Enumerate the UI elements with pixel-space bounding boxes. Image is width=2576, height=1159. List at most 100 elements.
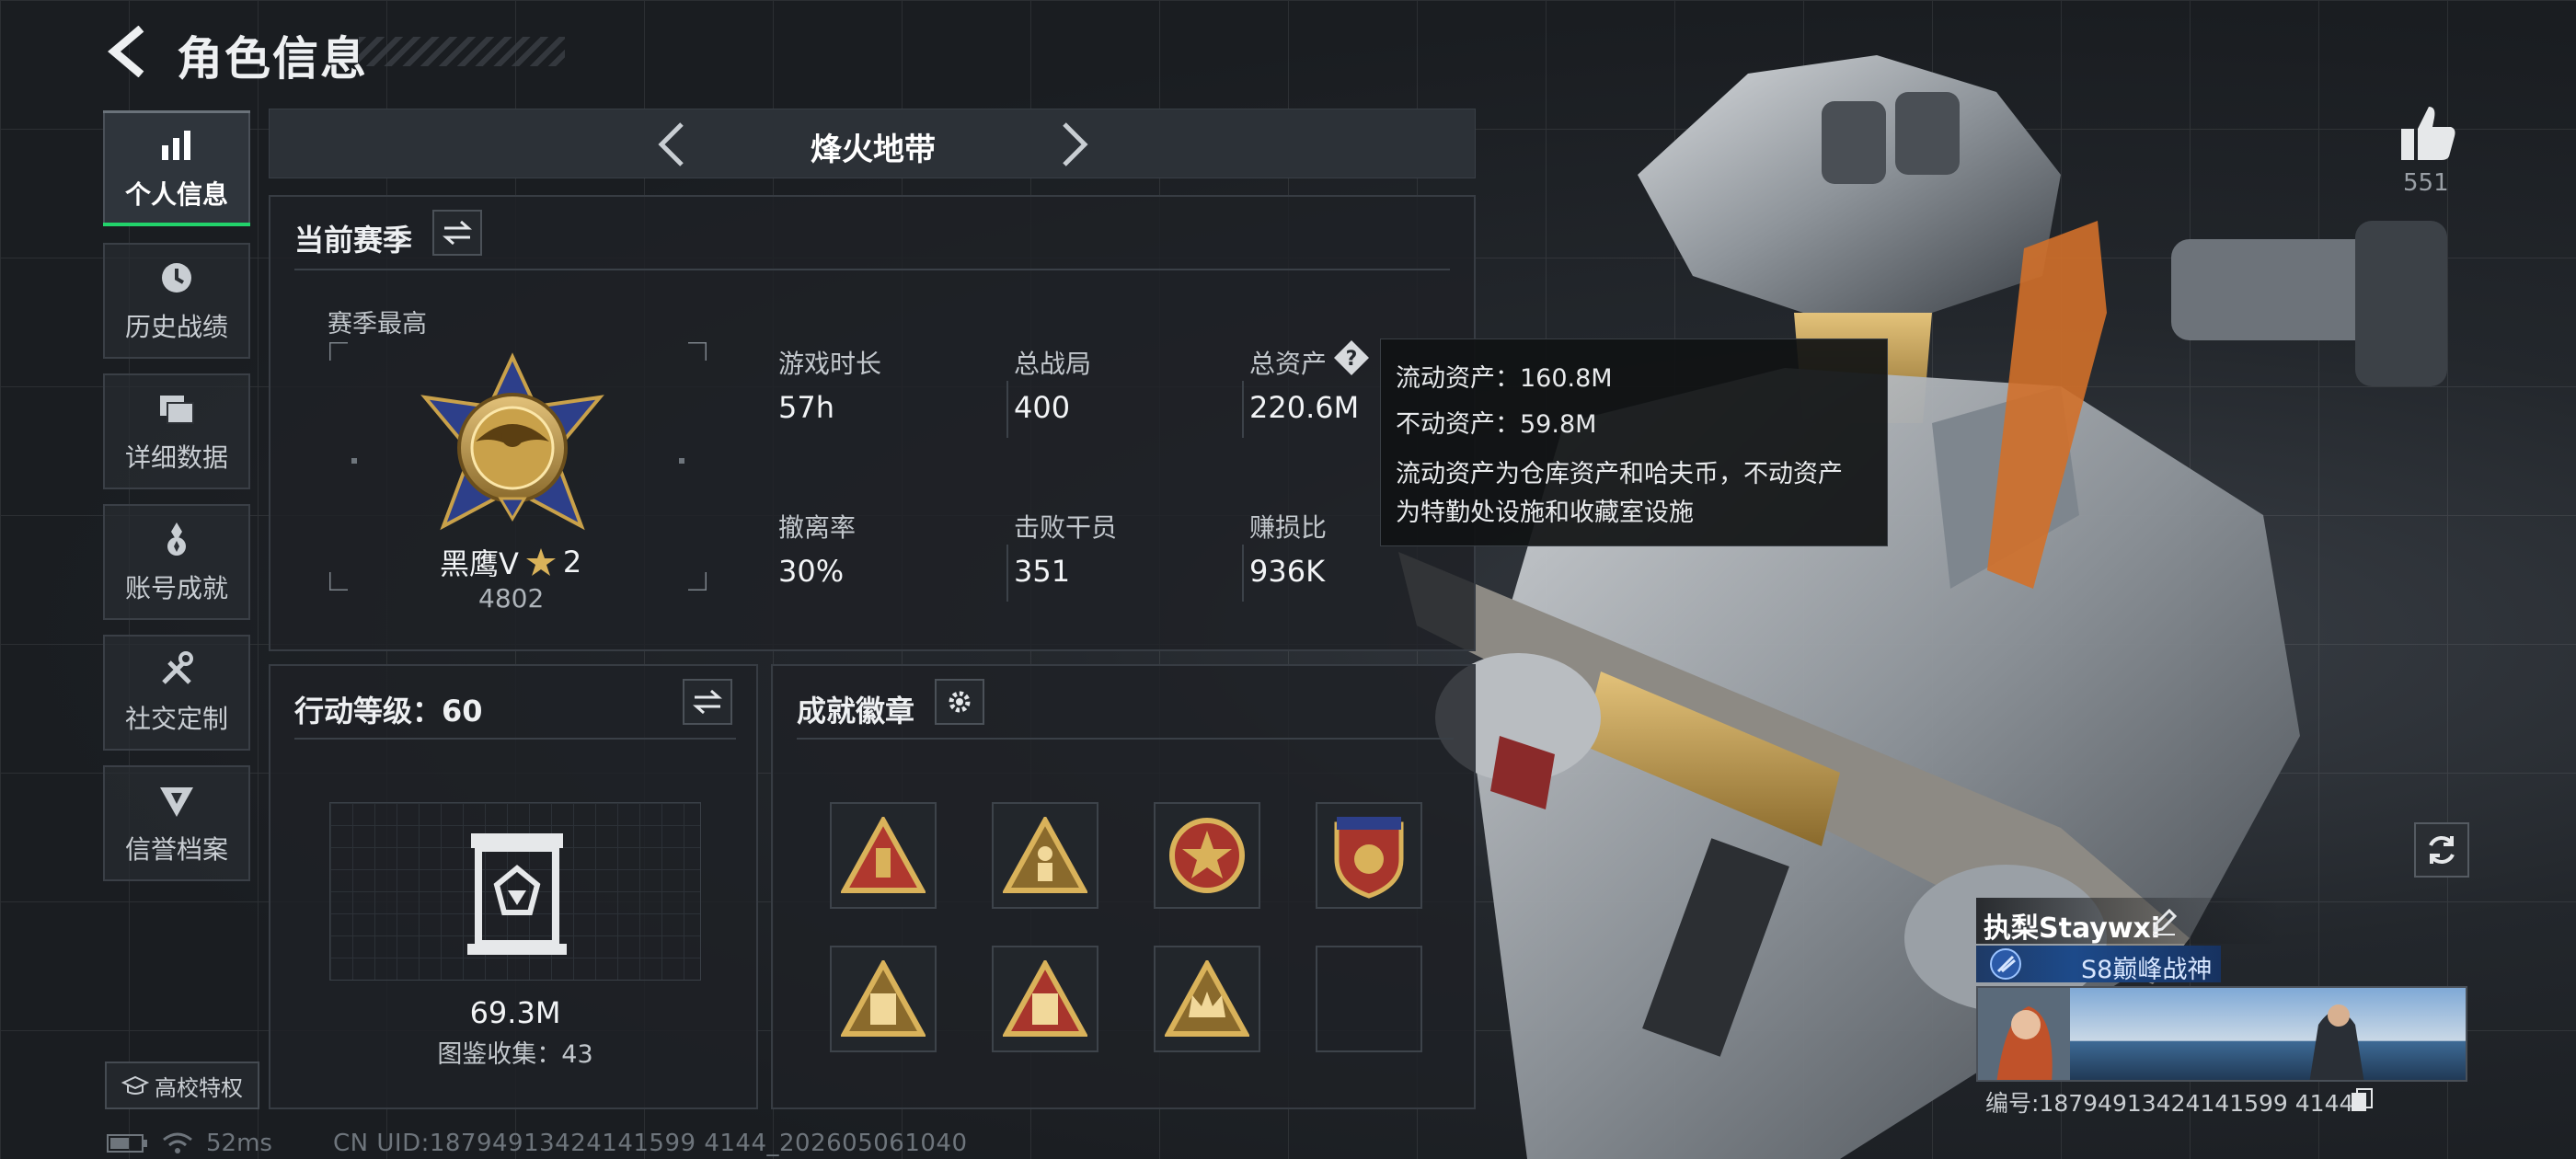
sidebar-item-history[interactable]: 历史战绩 — [103, 243, 250, 359]
campus-privilege-button[interactable]: 高校特权 — [105, 1061, 259, 1109]
action-level-title: 行动等级：60 — [294, 694, 483, 729]
back-arrow-icon[interactable] — [103, 26, 155, 77]
triangle-crown-badge-icon — [1165, 960, 1249, 1037]
season-panel: 当前赛季 赛季最高 黑鹰Ⅴ 2 4802 游戏时长 57h 总战局 400 总资… — [269, 195, 1476, 651]
wifi-icon — [163, 1132, 192, 1153]
bar-chart-icon — [162, 131, 190, 160]
achievement-badge[interactable] — [1154, 946, 1260, 1052]
sidebar-item-social-custom[interactable]: 社交定制 — [103, 635, 250, 751]
assets-tooltip: 流动资产：160.8M 不动资产：59.8M 流动资产为仓库资产和哈夫币，不动资… — [1380, 339, 1888, 546]
page-title: 角色信息 — [177, 32, 368, 86]
collection-count: 图鉴收集：43 — [437, 1040, 593, 1069]
clock-icon — [162, 263, 191, 293]
sidebar-item-detailed-data[interactable]: 详细数据 — [103, 373, 250, 489]
mode-selector: 烽火地带 — [269, 109, 1476, 178]
collection-value: 69.3M — [469, 995, 561, 1030]
sidebar-item-credit-record[interactable]: 信誉档案 — [103, 765, 250, 881]
player-title: S8巅峰战神 — [2081, 956, 2213, 984]
title-emblem-icon — [1990, 948, 2021, 980]
swap-icon — [693, 689, 722, 715]
season-title: 当前赛季 — [294, 223, 413, 258]
svg-text:?: ? — [1346, 348, 1358, 371]
swap-icon — [443, 220, 472, 246]
thumbs-up-icon[interactable] — [2396, 101, 2460, 166]
device-status: 52ms — [107, 1130, 272, 1157]
folder-icon — [160, 396, 194, 424]
rank-emblem-icon — [420, 352, 604, 531]
sidebar-item-achievements[interactable]: 账号成就 — [103, 504, 250, 620]
achievement-panel: 成就徽章 — [771, 664, 1476, 1109]
stat-label-extraction-rate: 撤离率 — [778, 512, 857, 543]
copy-icon[interactable] — [2350, 1087, 2374, 1113]
achievement-badge[interactable] — [992, 802, 1098, 909]
refresh-button[interactable] — [2414, 822, 2469, 878]
sidebar-item-label: 账号成就 — [124, 573, 228, 603]
achievement-badge[interactable] — [1154, 802, 1260, 909]
tooltip-desc-1: 流动资产为仓库资产和哈夫币，不动资产 — [1396, 460, 1843, 488]
tools-icon — [162, 651, 193, 684]
stat-value-operators-defeated: 351 — [1014, 554, 1071, 589]
tooltip-desc-2: 为特勤处设施和收藏室设施 — [1396, 499, 1694, 527]
rank-score: 4802 — [478, 583, 545, 614]
tooltip-liquid-assets: 流动资产：160.8M — [1396, 364, 1613, 393]
empty-badge-slot[interactable] — [1316, 946, 1422, 1052]
achievement-badge[interactable] — [830, 802, 937, 909]
rank-stars: 2 — [562, 545, 582, 580]
title-decoration — [359, 37, 565, 66]
like-count: 551 — [2403, 169, 2449, 197]
season-best-label: 赛季最高 — [328, 310, 427, 339]
achievement-title: 成就徽章 — [797, 694, 915, 729]
stat-value-play-time: 57h — [778, 390, 834, 425]
help-icon[interactable]: ? — [1332, 339, 1371, 377]
achievement-settings-button[interactable] — [935, 679, 984, 725]
sidebar-item-personal-info[interactable]: 个人信息 — [103, 110, 250, 226]
stat-value-total-matches: 400 — [1014, 390, 1071, 425]
stat-label-total-matches: 总战局 — [1014, 349, 1092, 379]
gear-icon — [949, 691, 971, 713]
switch-action-level-button[interactable] — [683, 679, 732, 725]
triangle-ammo-badge-icon — [841, 817, 926, 893]
medal-icon — [167, 522, 186, 556]
uid-text: CN UID:18794913424141599 4144_2026050610… — [333, 1130, 968, 1157]
chevron-right-icon[interactable] — [1044, 117, 1099, 172]
switch-season-button[interactable] — [432, 210, 482, 256]
sidebar-item-label: 历史战绩 — [124, 312, 228, 342]
stat-label-total-assets: 总资产 — [1249, 349, 1328, 379]
stat-value-profit-loss: 936K — [1249, 554, 1326, 589]
edit-pencil-icon[interactable] — [2149, 907, 2179, 936]
stat-value-extraction-rate: 30% — [778, 554, 845, 589]
rank-line: 黑鹰Ⅴ 2 — [440, 541, 581, 583]
shield-emblem-icon — [160, 787, 193, 817]
sidebar-item-label: 信誉档案 — [124, 834, 228, 865]
stat-divider — [1242, 381, 1244, 438]
divider — [294, 738, 736, 740]
triangle-soldier-badge-icon — [1003, 817, 1087, 893]
round-star-badge-icon — [1169, 818, 1245, 893]
achievement-badge[interactable] — [1316, 802, 1422, 909]
divider — [797, 738, 1454, 740]
divider — [294, 269, 1450, 270]
sidebar-item-label: 详细数据 — [124, 442, 228, 473]
triangle-s7-badge-icon — [841, 960, 926, 1037]
achievement-badge[interactable] — [992, 946, 1098, 1052]
player-card-banner[interactable] — [1976, 986, 2467, 1082]
ping-value: 52ms — [206, 1130, 272, 1157]
achievement-badge[interactable] — [830, 946, 937, 1052]
sidebar-item-label: 个人信息 — [124, 179, 228, 210]
player-name: 执梨Staywxi — [1984, 912, 2161, 945]
stat-label-play-time: 游戏时长 — [778, 349, 882, 379]
action-level-panel: 行动等级：60 69.3M 图鉴收集：43 — [269, 664, 758, 1109]
triangle-s8-badge-icon — [1003, 960, 1087, 1037]
stat-divider — [1006, 545, 1008, 602]
star-icon — [525, 548, 556, 576]
stat-divider — [1242, 545, 1244, 602]
stat-label-profit-loss: 赚损比 — [1249, 512, 1328, 543]
stat-value-total-assets: 220.6M — [1249, 390, 1360, 425]
stat-divider — [1006, 381, 1008, 438]
graduation-cap-icon — [121, 1075, 149, 1095]
battery-icon — [107, 1134, 147, 1153]
card-artwork — [1978, 988, 2466, 1080]
collection-cabinet-icon — [467, 833, 567, 955]
campus-privilege-label: 高校特权 — [155, 1074, 243, 1101]
shield-badge-icon — [1334, 817, 1404, 899]
